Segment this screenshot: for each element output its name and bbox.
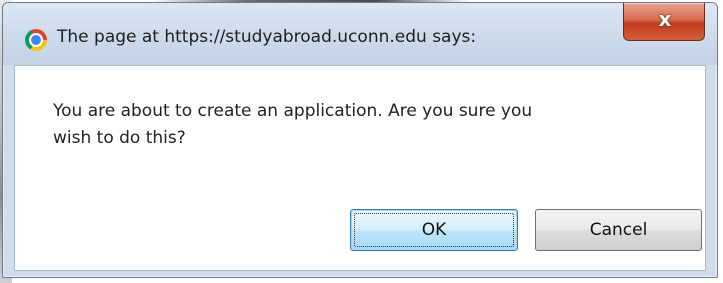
- chrome-icon: [25, 29, 47, 51]
- close-icon: x: [658, 7, 672, 31]
- ok-button-label: OK: [421, 220, 447, 240]
- close-button[interactable]: x: [623, 3, 705, 41]
- ok-button[interactable]: OK: [350, 209, 518, 251]
- dialog-titlebar[interactable]: The page at https://studyabroad.uconn.ed…: [3, 3, 717, 65]
- dialog-body: You are about to create an application. …: [14, 65, 706, 271]
- dialog-message: You are about to create an application. …: [53, 101, 533, 148]
- alert-dialog: The page at https://studyabroad.uconn.ed…: [2, 2, 718, 278]
- cancel-button[interactable]: Cancel: [535, 209, 702, 251]
- cancel-button-label: Cancel: [589, 220, 648, 240]
- dialog-title: The page at https://studyabroad.uconn.ed…: [57, 27, 477, 47]
